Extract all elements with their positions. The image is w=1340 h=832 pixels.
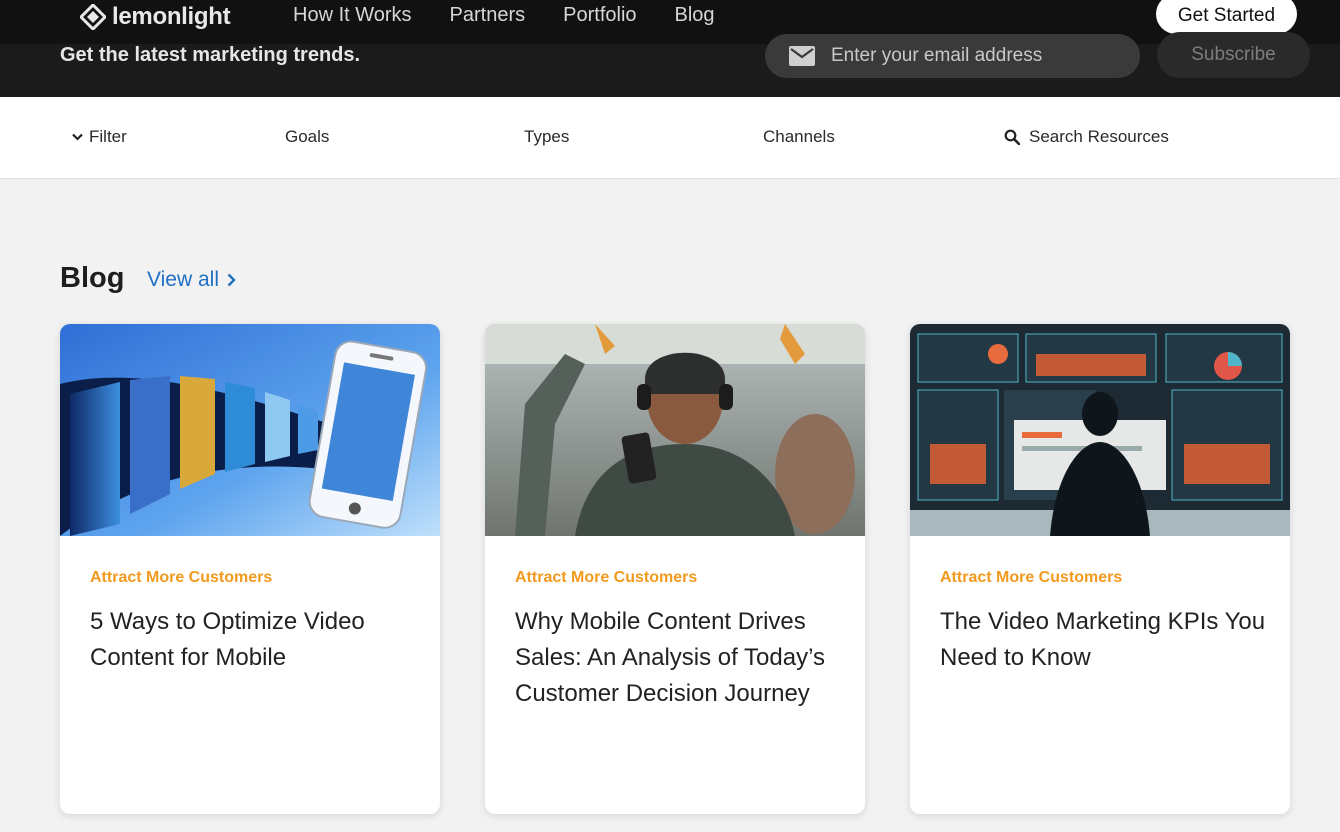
get-started-button[interactable]: Get Started	[1156, 0, 1297, 34]
email-field-wrapper[interactable]	[765, 34, 1140, 78]
card-category: Attract More Customers	[515, 569, 698, 586]
card-category: Attract More Customers	[940, 569, 1123, 586]
search-resources[interactable]: Search Resources	[1004, 127, 1169, 147]
card-title[interactable]: 5 Ways to Optimize Video Content for Mob…	[90, 604, 420, 676]
view-all-link[interactable]: View all	[147, 268, 236, 292]
nav-link-portfolio[interactable]: Portfolio	[563, 4, 636, 27]
types-dropdown[interactable]: Types	[524, 127, 569, 147]
card-image-commuter-phone	[485, 324, 865, 536]
newsletter-strip: Get the latest marketing trends. Subscri…	[0, 32, 1340, 97]
view-all-label: View all	[147, 268, 219, 291]
goals-dropdown[interactable]: Goals	[285, 127, 329, 147]
mail-icon	[789, 46, 815, 66]
card-title[interactable]: The Video Marketing KPIs You Need to Kno…	[940, 604, 1270, 676]
card-title[interactable]: Why Mobile Content Drives Sales: An Anal…	[515, 604, 845, 712]
channels-dropdown[interactable]: Channels	[763, 127, 835, 147]
email-input[interactable]	[831, 45, 1111, 67]
blog-card[interactable]: Attract More Customers Why Mobile Conten…	[485, 324, 865, 814]
filter-bar: Filter Goals Types Channels Search Resou…	[0, 97, 1340, 179]
filter-label: Filter	[89, 127, 127, 146]
newsletter-text: Get the latest marketing trends.	[60, 44, 361, 66]
card-image-analytics-dashboard	[910, 324, 1290, 536]
subscribe-button[interactable]: Subscribe	[1157, 32, 1310, 78]
search-resources-label: Search Resources	[1029, 127, 1169, 146]
filter-toggle[interactable]: Filter	[72, 127, 127, 147]
card-image-mobile-video	[60, 324, 440, 536]
nav-links: How It Works Partners Portfolio Blog	[293, 4, 715, 27]
search-icon	[1004, 129, 1020, 145]
logo-text: lemonlight	[112, 3, 231, 30]
card-category: Attract More Customers	[90, 569, 273, 586]
goals-label: Goals	[285, 127, 330, 146]
types-label: Types	[524, 127, 570, 146]
chevron-right-icon	[227, 273, 236, 287]
nav-link-blog[interactable]: Blog	[675, 4, 715, 27]
channels-label: Channels	[763, 127, 835, 146]
blog-card[interactable]: Attract More Customers The Video Marketi…	[910, 324, 1290, 814]
nav-link-how-it-works[interactable]: How It Works	[293, 4, 412, 27]
nav-link-partners[interactable]: Partners	[450, 4, 526, 27]
blog-card[interactable]: Attract More Customers 5 Ways to Optimiz…	[60, 324, 440, 814]
lemonlight-diamond-icon	[80, 4, 106, 30]
top-nav: lemonlight How It Works Partners Portfol…	[0, 0, 1340, 44]
logo[interactable]: lemonlight	[80, 2, 231, 32]
chevron-down-icon	[72, 133, 83, 141]
blog-heading: Blog	[60, 262, 125, 294]
